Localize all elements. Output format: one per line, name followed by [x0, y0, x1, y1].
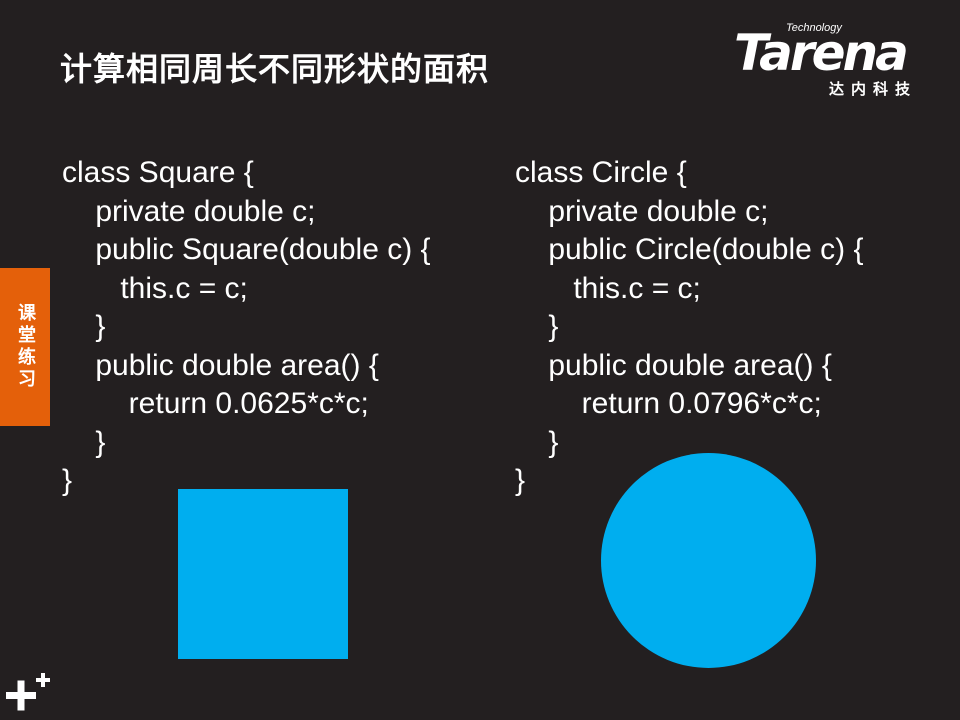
code-line: class Circle {: [515, 156, 687, 189]
circle-shape: [601, 453, 816, 668]
code-line: }: [62, 310, 106, 343]
code-line: public double area() {: [515, 348, 832, 382]
code-line: }: [62, 425, 106, 459]
code-line: this.c = c;: [515, 271, 701, 305]
logo-wordmark: Tarena: [734, 24, 909, 82]
code-line: this.c = c;: [62, 271, 248, 305]
code-line: public Circle(double c) {: [515, 233, 864, 266]
tarena-logo: Technology Tarena 达内科技: [734, 22, 930, 98]
circle-code-block: class Circle { private double c; public …: [515, 154, 864, 501]
code-line: }: [515, 310, 559, 343]
square-shape: [178, 489, 348, 659]
plus-icon: [6, 673, 50, 711]
slide-title: 计算相同周长不同形状的面积: [60, 50, 490, 88]
code-line: return 0.0796*c*c;: [515, 387, 822, 420]
code-line: private double c;: [62, 194, 316, 228]
logo-chinese: 达内科技: [829, 80, 918, 98]
code-line: return 0.0625*c*c;: [62, 387, 369, 420]
code-line: private double c;: [515, 194, 769, 228]
code-line: class Square {: [62, 156, 254, 189]
code-line: public Square(double c) {: [62, 233, 431, 266]
square-code-block: class Square { private double c; public …: [62, 154, 431, 501]
side-tab: 课堂练习: [0, 268, 50, 426]
code-line: public double area() {: [62, 348, 379, 382]
side-tab-label: 课堂练习: [15, 303, 36, 391]
